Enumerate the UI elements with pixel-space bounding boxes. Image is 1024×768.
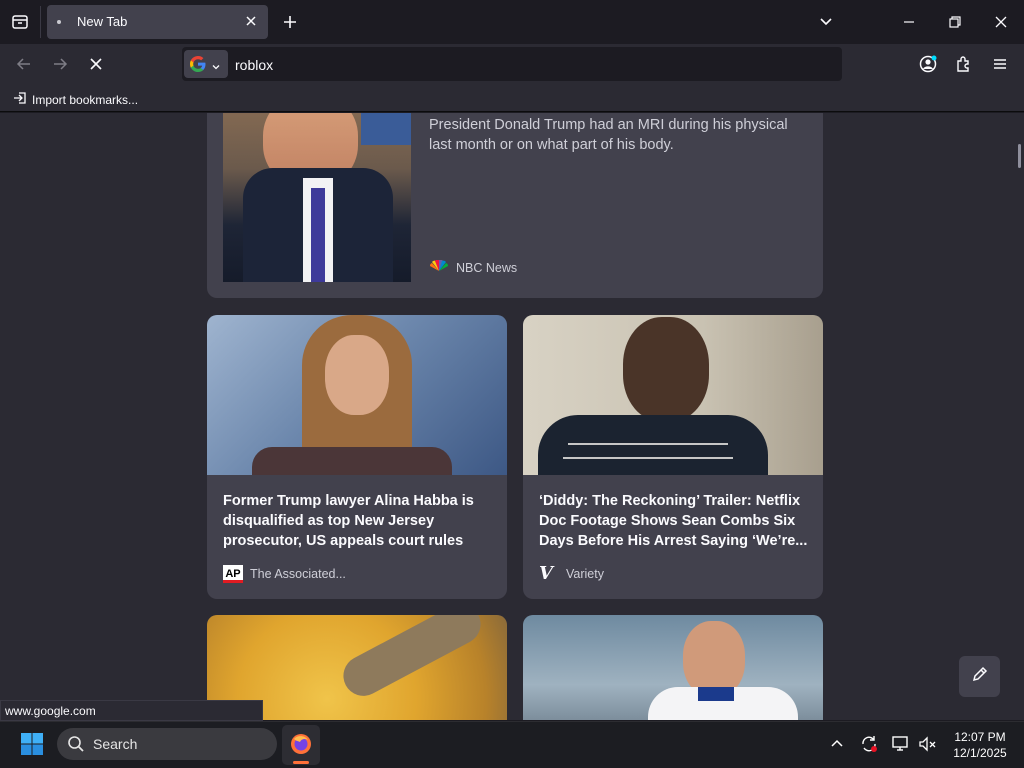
forward-icon[interactable] [48, 53, 72, 75]
story-snippet: President Donald Trump had an MRI during… [429, 115, 809, 155]
status-link-preview: www.google.com [0, 700, 263, 721]
google-icon [189, 55, 207, 78]
search-engine-button[interactable] [184, 50, 228, 78]
menu-icon[interactable] [988, 53, 1012, 75]
clock-date: 12/1/2025 [953, 746, 1007, 760]
flag-background [361, 113, 411, 145]
firefox-view-icon[interactable] [8, 11, 32, 33]
new-tab-page: President Donald Trump had an MRI during… [0, 113, 1024, 720]
window-close-icon[interactable] [989, 11, 1013, 33]
story-source: NBC News [429, 259, 518, 275]
clock-time: 12:07 PM [954, 730, 1006, 744]
address-bar[interactable] [182, 47, 842, 81]
story-headline: Former Trump lawyer Alina Habba is disqu… [223, 493, 474, 549]
story-image [523, 615, 823, 720]
shirt-stripe [563, 457, 733, 459]
url-input[interactable]: roblox [235, 57, 273, 73]
volume-muted-icon[interactable] [917, 734, 937, 754]
windows-start-icon[interactable] [20, 732, 44, 756]
portrait-face [325, 335, 389, 415]
story-card[interactable] [523, 615, 823, 720]
source-label: The Associated... [250, 567, 346, 581]
portrait-tie [311, 188, 325, 282]
portrait-clothes [538, 415, 768, 475]
story-image [223, 113, 411, 282]
extensions-icon[interactable] [952, 53, 976, 75]
story-headline: ‘Diddy: The Reckoning’ Trailer: Netflix … [539, 493, 808, 549]
portrait-clothes [252, 447, 452, 475]
pencil-icon [970, 664, 990, 689]
portrait-face [623, 317, 709, 422]
new-tab-icon[interactable] [279, 11, 301, 33]
bookmarks-toolbar [0, 84, 1024, 112]
tab-separator [40, 6, 41, 38]
taskbar-firefox-button[interactable] [282, 725, 320, 765]
jersey-collar [698, 687, 734, 701]
nbc-peacock-icon [429, 259, 449, 275]
story-image [523, 315, 823, 475]
tab-new-tab[interactable]: New Tab [47, 5, 268, 39]
chevron-up-icon[interactable] [828, 735, 846, 753]
story-card[interactable]: ‘Diddy: The Reckoning’ Trailer: Netflix … [523, 315, 823, 599]
taskbar-clock[interactable]: 12:07 PM 12/1/2025 [945, 729, 1015, 761]
variety-logo-icon: V [539, 563, 553, 584]
tab-loading-icon [57, 20, 61, 24]
stop-loading-icon[interactable] [84, 53, 108, 75]
network-icon[interactable] [891, 734, 911, 754]
portrait-face [683, 621, 745, 697]
spoon-shape [336, 615, 488, 703]
snippet-line-1: President Donald Trump had an MRI during… [429, 117, 788, 133]
chevron-down-icon [211, 59, 221, 77]
ap-logo-icon: AP [223, 565, 243, 583]
taskbar-search-label: Search [93, 736, 138, 752]
restore-icon[interactable] [943, 11, 967, 33]
import-bookmarks-label: Import bookmarks... [32, 92, 139, 107]
back-icon[interactable] [12, 53, 36, 75]
scrollbar-thumb[interactable] [1018, 144, 1021, 168]
snippet-line-2: last month or on what part of his body. [429, 137, 674, 153]
import-icon [12, 90, 28, 109]
tab-title: New Tab [77, 14, 128, 29]
import-bookmarks-button[interactable]: Import bookmarks... [12, 90, 138, 109]
story-card[interactable]: Former Trump lawyer Alina Habba is disqu… [207, 315, 507, 599]
search-icon [67, 735, 85, 758]
shirt-stripe [568, 443, 728, 445]
source-label: Variety [566, 567, 604, 581]
active-app-indicator [293, 761, 309, 764]
story-source: AP Variety The Associated... [223, 565, 346, 583]
sync-icon[interactable] [859, 734, 879, 754]
customize-button[interactable] [959, 656, 1000, 697]
story-source: V Variety [539, 565, 604, 583]
firefox-icon [290, 733, 312, 760]
story-image [207, 315, 507, 475]
tab-close-icon[interactable] [242, 12, 260, 30]
minimize-icon[interactable] [897, 11, 921, 33]
taskbar-search-box[interactable] [57, 728, 277, 760]
top-story-card[interactable]: President Donald Trump had an MRI during… [207, 113, 823, 298]
list-all-tabs-icon[interactable] [815, 11, 837, 33]
account-icon[interactable] [916, 53, 940, 75]
source-label: NBC News [456, 260, 518, 275]
